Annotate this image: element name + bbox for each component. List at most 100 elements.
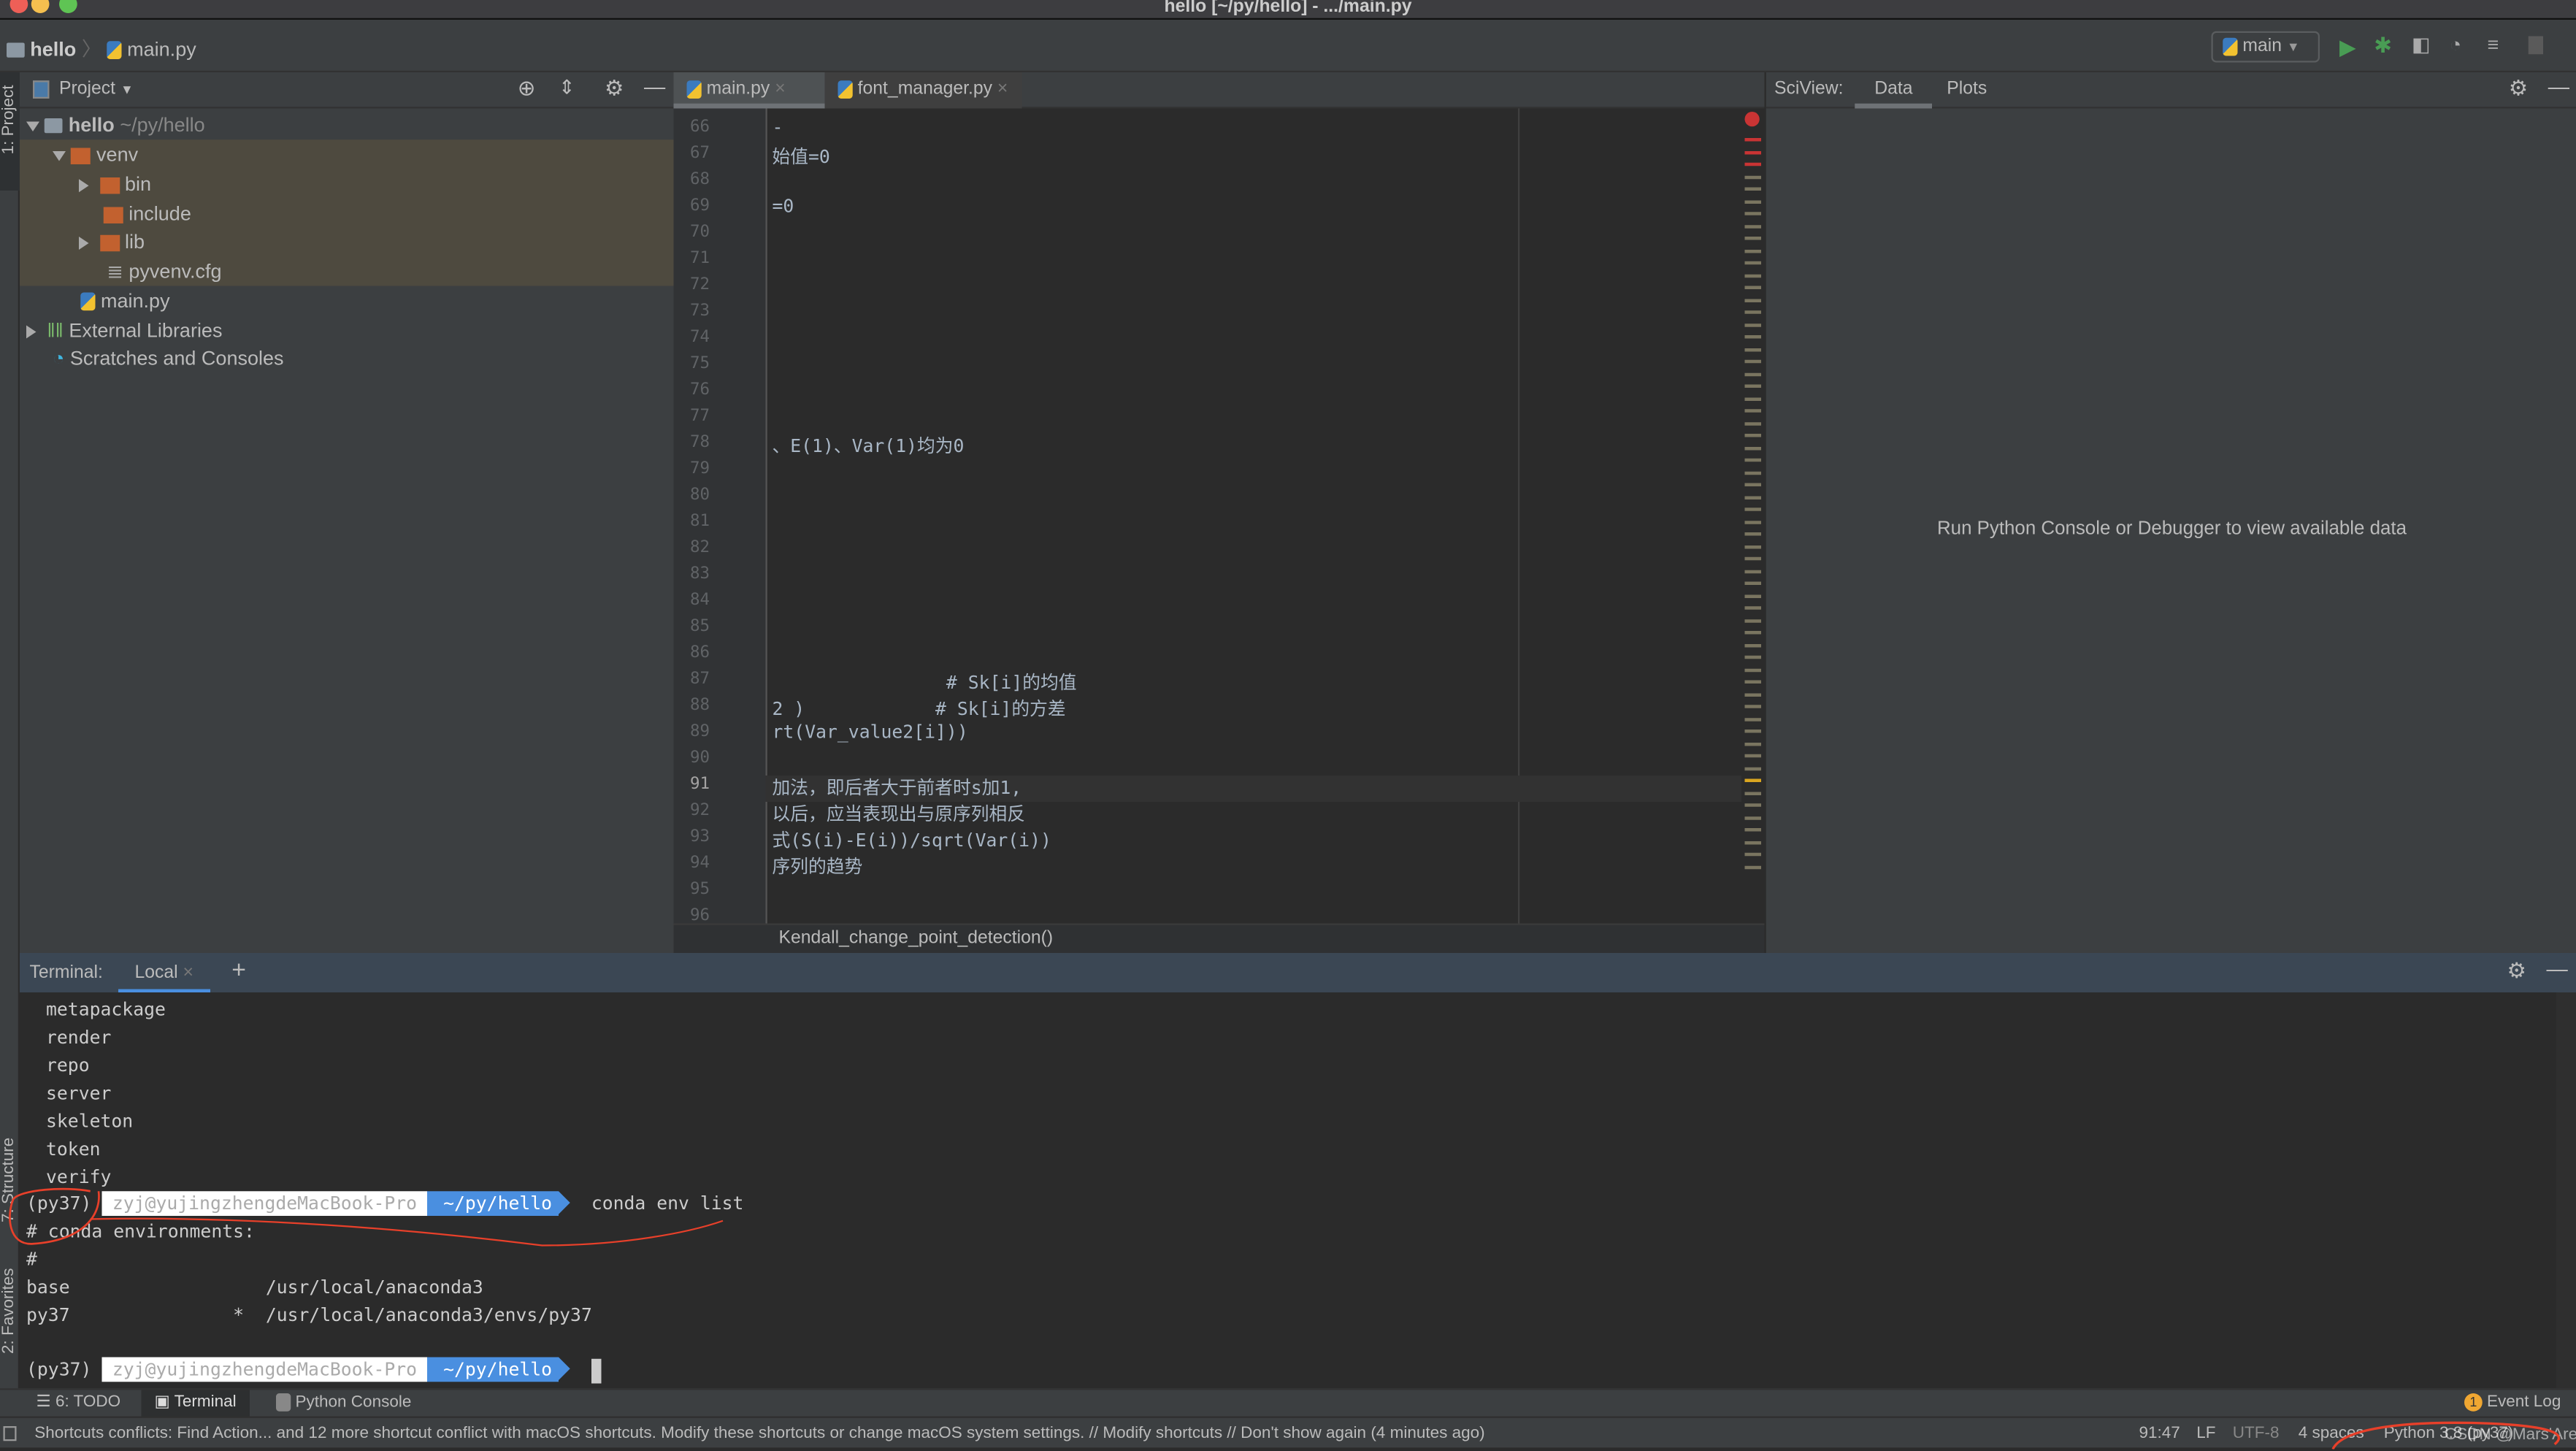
- stripe-mark[interactable]: [1745, 446, 1762, 450]
- stripe-mark[interactable]: [1745, 594, 1762, 597]
- event-log-button[interactable]: 1 Event Log: [2464, 1393, 2561, 1412]
- tree-item-bin[interactable]: bin: [20, 169, 674, 199]
- tree-item-main-py[interactable]: main.py: [20, 286, 674, 316]
- stripe-mark[interactable]: [1745, 853, 1762, 857]
- stripe-mark[interactable]: [1745, 656, 1762, 659]
- stripe-mark[interactable]: [1745, 816, 1762, 819]
- stripe-mark[interactable]: [1745, 385, 1762, 388]
- new-terminal-icon[interactable]: +: [231, 957, 246, 984]
- function-breadcrumb[interactable]: Kendall_change_point_detection(): [779, 928, 1054, 948]
- stripe-mark[interactable]: [1745, 791, 1762, 795]
- stripe-mark[interactable]: [1745, 681, 1762, 684]
- close-tab-icon[interactable]: ×: [775, 79, 785, 99]
- stripe-mark[interactable]: [1745, 310, 1762, 314]
- stripe-mark[interactable]: [1745, 828, 1762, 832]
- stop-icon[interactable]: [2529, 37, 2543, 55]
- run-with-coverage-icon[interactable]: ◧: [2412, 33, 2431, 56]
- debug-icon[interactable]: ✱: [2374, 33, 2392, 59]
- tab-data[interactable]: Data: [1855, 72, 1932, 109]
- stripe-mark[interactable]: [1745, 483, 1762, 487]
- stripe-mark[interactable]: [1745, 298, 1762, 302]
- stripe-mark[interactable]: [1745, 606, 1762, 610]
- stripe-mark[interactable]: [1745, 188, 1762, 191]
- stripe-mark[interactable]: [1745, 421, 1762, 425]
- stripe-mark[interactable]: [1745, 520, 1762, 524]
- tool-tab-terminal[interactable]: ▣ Terminal: [142, 1390, 250, 1418]
- stripe-mark[interactable]: [1745, 495, 1762, 499]
- stripe-mark[interactable]: [1745, 767, 1762, 770]
- concurrency-diagram-icon[interactable]: ≡: [2488, 33, 2499, 56]
- stripe-mark[interactable]: [1745, 409, 1762, 413]
- stripe-mark[interactable]: [1745, 692, 1762, 696]
- tree-item-pyvenv-cfg[interactable]: ≣ pyvenv.cfg: [20, 256, 674, 286]
- stripe-mark[interactable]: [1745, 532, 1762, 536]
- stripe-mark[interactable]: [1745, 742, 1762, 746]
- gear-icon[interactable]: ⚙: [605, 76, 624, 102]
- stripe-mark[interactable]: [1745, 360, 1762, 364]
- stripe-mark[interactable]: [1745, 803, 1762, 807]
- error-icon[interactable]: [1745, 112, 1760, 126]
- stripe-mark[interactable]: [1745, 249, 1762, 253]
- stripe-mark[interactable]: [1745, 730, 1762, 733]
- stripe-mark[interactable]: [1745, 150, 1762, 154]
- tree-item-include[interactable]: include: [20, 199, 674, 229]
- tree-item-external-libraries[interactable]: ‖‖ External Libraries: [20, 315, 674, 345]
- stripe-mark[interactable]: [1745, 619, 1762, 622]
- stripe-mark[interactable]: [1745, 779, 1762, 783]
- stripe-mark[interactable]: [1745, 138, 1762, 142]
- stripe-mark[interactable]: [1745, 508, 1762, 511]
- stripe-mark[interactable]: [1745, 570, 1762, 573]
- locate-icon[interactable]: ⊕: [518, 76, 536, 102]
- close-tab-icon[interactable]: ×: [183, 963, 193, 983]
- stripe-mark[interactable]: [1745, 212, 1762, 215]
- stripe-mark[interactable]: [1745, 865, 1762, 869]
- tool-tab-python-console[interactable]: Python Console: [276, 1393, 411, 1412]
- tree-item-scratches[interactable]: ◔ Scratches and Consoles: [20, 343, 674, 373]
- stripe-mark[interactable]: [1745, 397, 1762, 400]
- stripe-mark[interactable]: [1745, 261, 1762, 265]
- tree-item-hello[interactable]: hello ~/py/hello: [20, 110, 674, 140]
- tab-plots[interactable]: Plots: [1947, 72, 1987, 109]
- tab-main-py[interactable]: main.py ×: [674, 72, 825, 109]
- breadcrumb-main-py[interactable]: main.py: [127, 38, 196, 61]
- stripe-mark[interactable]: [1745, 841, 1762, 844]
- stripe-mark[interactable]: [1745, 705, 1762, 708]
- stripe-mark[interactable]: [1745, 582, 1762, 586]
- run-config-select[interactable]: main ▼: [2212, 31, 2320, 63]
- stripe-mark[interactable]: [1745, 434, 1762, 437]
- stripe-mark[interactable]: [1745, 286, 1762, 290]
- tree-item-lib[interactable]: lib: [20, 227, 674, 257]
- stripe-mark[interactable]: [1745, 557, 1762, 561]
- stripe-mark[interactable]: [1745, 545, 1762, 548]
- stripe-mark[interactable]: [1745, 754, 1762, 758]
- hide-icon[interactable]: —: [2548, 74, 2569, 99]
- profile-icon[interactable]: ◔: [2450, 33, 2461, 56]
- gear-icon[interactable]: ⚙: [2507, 958, 2526, 984]
- gear-icon[interactable]: ⚙: [2509, 76, 2528, 102]
- hide-icon[interactable]: —: [2547, 957, 2568, 981]
- stripe-mark[interactable]: [1745, 668, 1762, 672]
- stripe-mark[interactable]: [1745, 323, 1762, 326]
- collapse-all-icon[interactable]: ⇕: [559, 76, 575, 99]
- toggle-tool-windows-icon[interactable]: [4, 1426, 17, 1441]
- status-message[interactable]: Shortcuts conflicts: Find Action... and …: [34, 1418, 1484, 1450]
- stripe-mark[interactable]: [1745, 631, 1762, 635]
- stripe-mark[interactable]: [1745, 224, 1762, 228]
- close-tab-icon[interactable]: ×: [997, 79, 1008, 99]
- line-separator[interactable]: LF: [2196, 1418, 2215, 1450]
- project-view-select[interactable]: Project ▼: [59, 79, 134, 99]
- error-stripe[interactable]: [1741, 109, 1765, 924]
- stripe-mark[interactable]: [1745, 274, 1762, 277]
- stripe-mark[interactable]: [1745, 175, 1762, 179]
- stripe-mark[interactable]: [1745, 163, 1762, 166]
- stripe-mark[interactable]: [1745, 199, 1762, 203]
- stripe-mark[interactable]: [1745, 471, 1762, 475]
- stripe-mark[interactable]: [1745, 335, 1762, 339]
- stripe-mark[interactable]: [1745, 237, 1762, 240]
- stripe-mark[interactable]: [1745, 459, 1762, 462]
- stripe-mark[interactable]: [1745, 348, 1762, 351]
- code-editor[interactable]: main.py × font_manager.py × 66-67始值=0686…: [674, 72, 1765, 953]
- favorites-tool-button[interactable]: 2: Favorites: [0, 1268, 18, 1354]
- terminal-scrollbar[interactable]: [2556, 992, 2576, 1388]
- tool-tab-todo[interactable]: ☰ 6: TODO: [37, 1393, 121, 1412]
